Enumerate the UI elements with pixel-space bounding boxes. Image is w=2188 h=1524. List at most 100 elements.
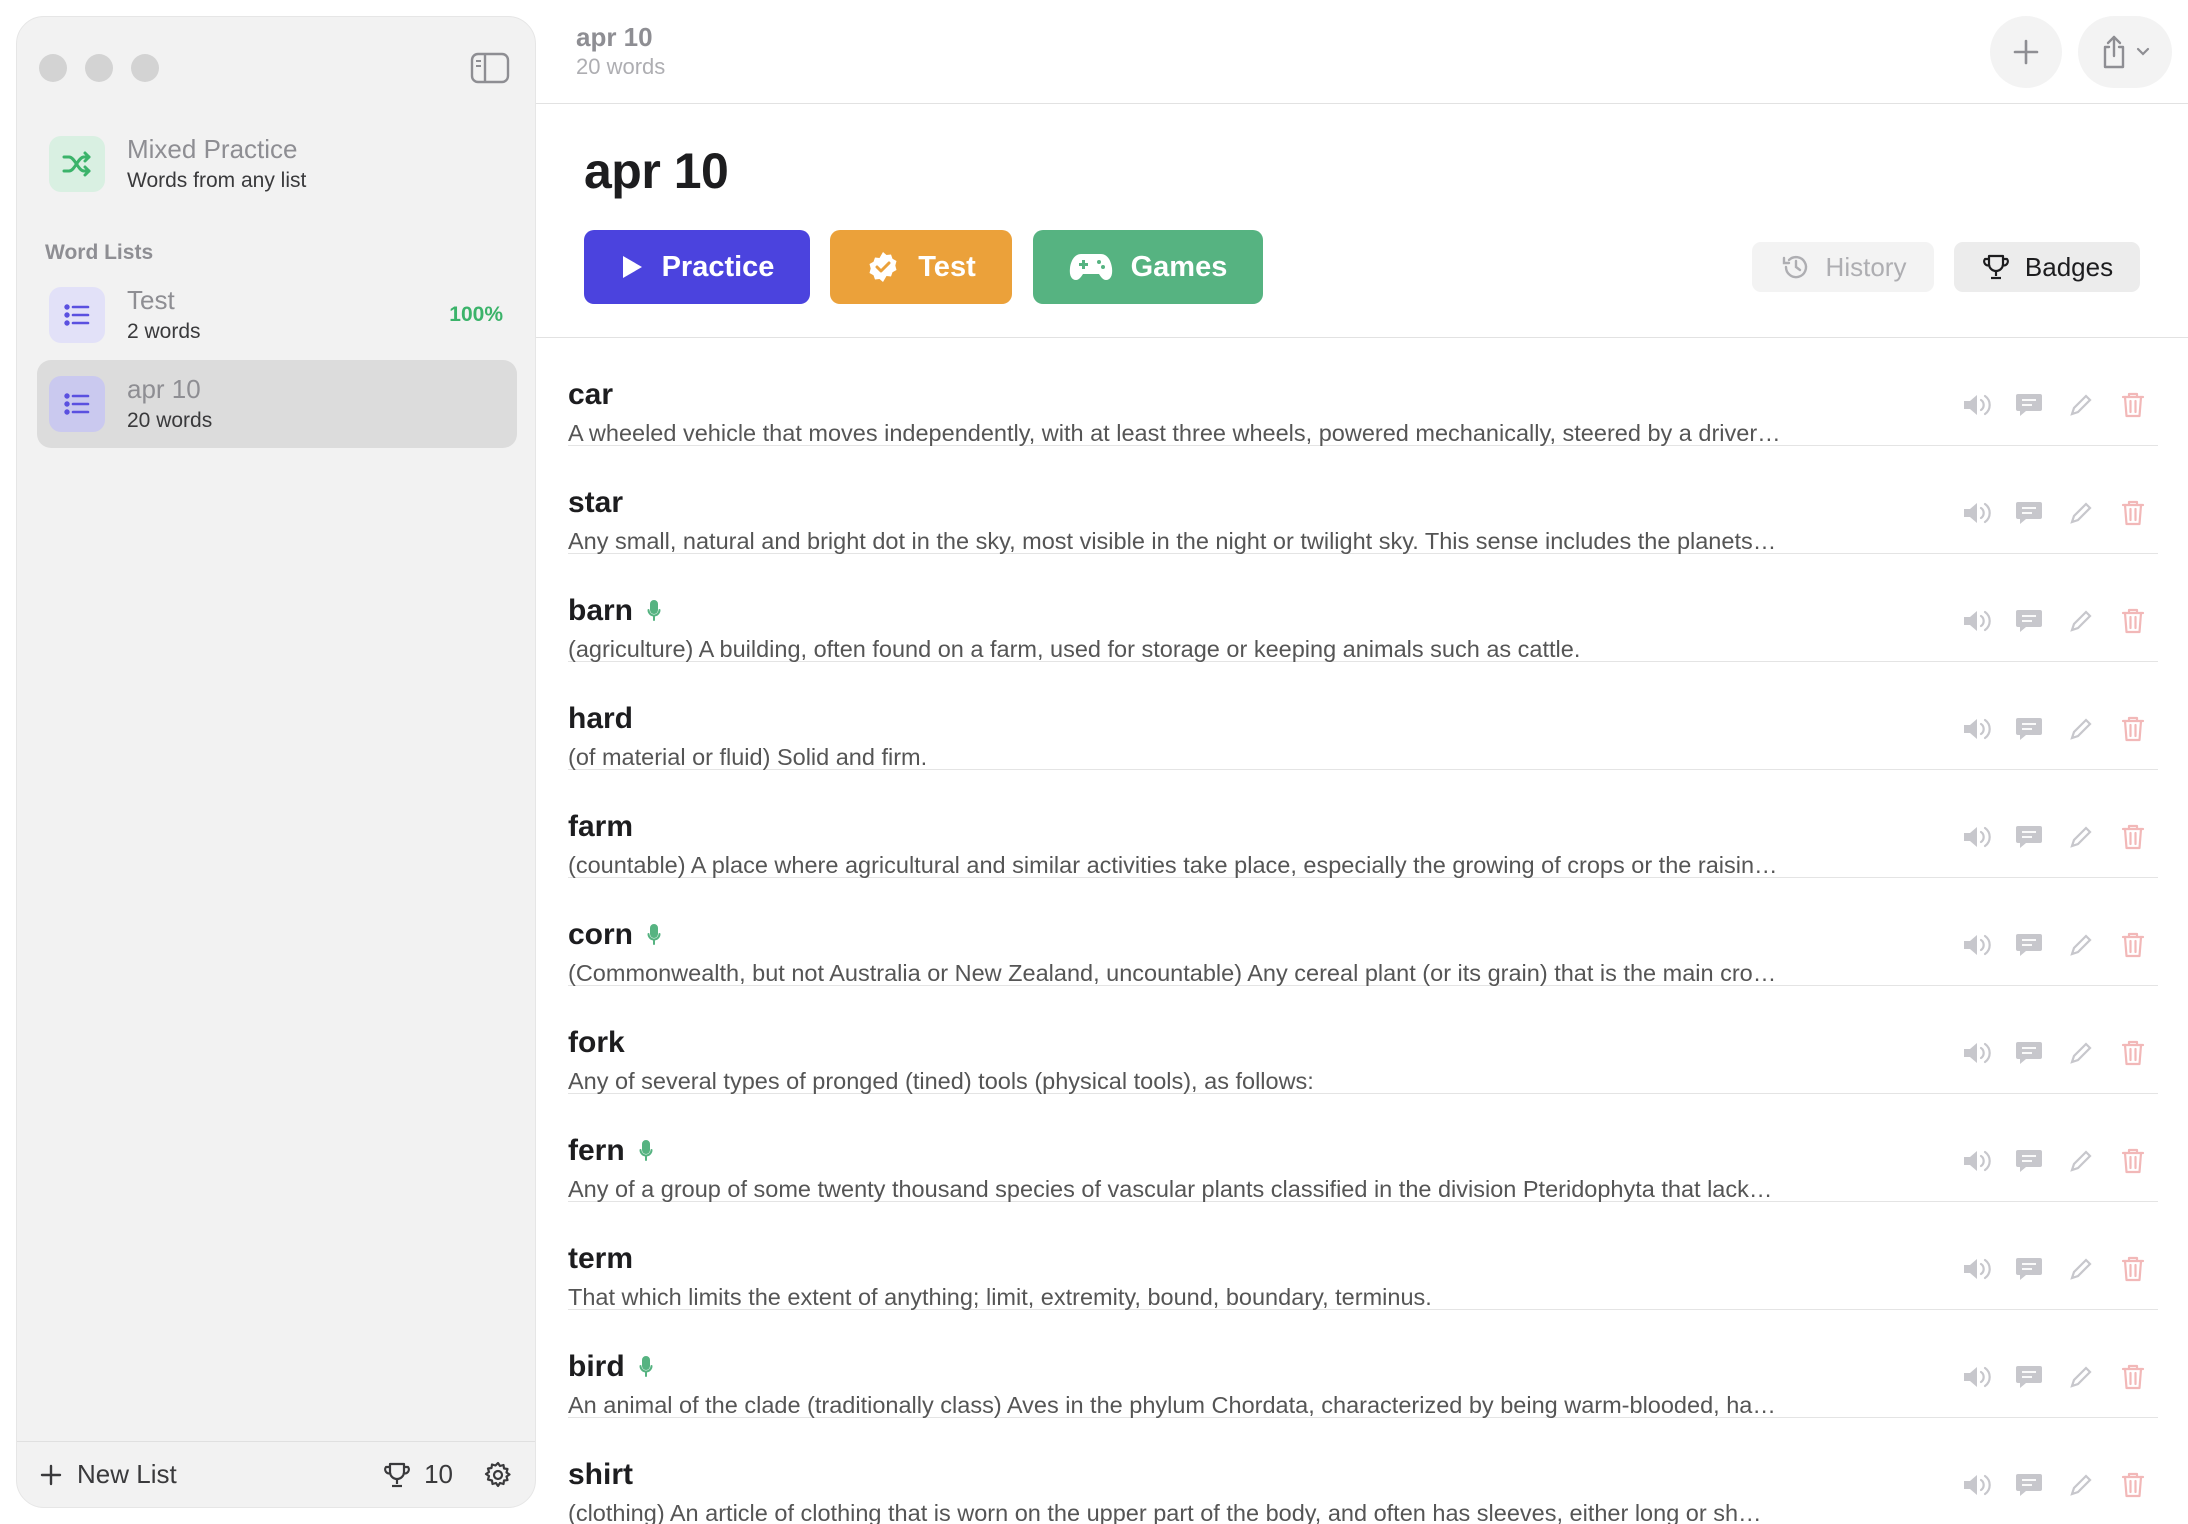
- speaker-icon[interactable]: [1962, 1470, 1992, 1500]
- list-word-count: 2 words: [127, 320, 201, 343]
- new-list-label: New List: [77, 1459, 177, 1489]
- practice-button[interactable]: Practice: [584, 230, 810, 304]
- trophy-icon[interactable]: [382, 1460, 412, 1490]
- gear-icon[interactable]: [483, 1460, 513, 1490]
- speaker-icon[interactable]: [1962, 1146, 1992, 1176]
- checkmark-seal-icon: [869, 252, 897, 282]
- word-row-farm[interactable]: farm (countable) A place where agricultu…: [568, 770, 2158, 878]
- pencil-icon[interactable]: [2066, 930, 2096, 960]
- games-button[interactable]: Games: [1033, 230, 1263, 304]
- speech-bubble-icon[interactable]: [2014, 390, 2044, 420]
- pencil-icon[interactable]: [2066, 822, 2096, 852]
- trash-icon[interactable]: [2118, 498, 2148, 528]
- speech-bubble-icon[interactable]: [2014, 930, 2044, 960]
- add-word-button[interactable]: [1990, 16, 2062, 88]
- speech-bubble-icon[interactable]: [2014, 1362, 2044, 1392]
- pencil-icon[interactable]: [2066, 606, 2096, 636]
- word-row-barn[interactable]: barn (agriculture) A building, often fou…: [568, 554, 2158, 662]
- word-row-shirt[interactable]: shirt (clothing) An article of clothing …: [568, 1418, 2158, 1524]
- window-controls: [39, 54, 159, 82]
- speech-bubble-icon[interactable]: [2014, 714, 2044, 744]
- speaker-icon[interactable]: [1962, 714, 1992, 744]
- word-text: star: [568, 486, 624, 519]
- shuffle-icon: [49, 136, 105, 192]
- speaker-icon[interactable]: [1962, 1254, 1992, 1284]
- word-text: shirt: [568, 1458, 634, 1491]
- speech-bubble-icon[interactable]: [2014, 498, 2044, 528]
- word-row-car[interactable]: car A wheeled vehicle that moves indepen…: [568, 338, 2158, 446]
- trash-icon[interactable]: [2118, 1038, 2148, 1068]
- trash-icon[interactable]: [2118, 1362, 2148, 1392]
- zoom-window-button[interactable]: [131, 54, 159, 82]
- speaker-icon[interactable]: [1962, 930, 1992, 960]
- word-text: corn: [568, 918, 634, 951]
- word-row-star[interactable]: star Any small, natural and bright dot i…: [568, 446, 2158, 554]
- trash-icon[interactable]: [2118, 714, 2148, 744]
- row-actions: [1962, 822, 2148, 852]
- chevron-down-icon: [2136, 47, 2150, 56]
- pencil-icon[interactable]: [2066, 1038, 2096, 1068]
- speech-bubble-icon[interactable]: [2014, 1254, 2044, 1284]
- row-actions: [1962, 930, 2148, 960]
- test-button[interactable]: Test: [830, 230, 1012, 304]
- sidebar-list-apr-10[interactable]: apr 10 20 words: [37, 360, 517, 448]
- list-icon: [49, 376, 105, 432]
- sidebar-list-test[interactable]: Test 2 words 100%: [37, 271, 517, 359]
- mixed-practice-subtitle: Words from any list: [127, 169, 307, 192]
- speech-bubble-icon[interactable]: [2014, 1146, 2044, 1176]
- trophy-icon: [1983, 254, 2009, 280]
- pencil-icon[interactable]: [2066, 714, 2096, 744]
- close-window-button[interactable]: [39, 54, 67, 82]
- history-button[interactable]: History: [1752, 242, 1934, 292]
- badge-count: 10: [424, 1459, 453, 1489]
- badges-button[interactable]: Badges: [1954, 242, 2140, 292]
- trash-icon[interactable]: [2118, 1146, 2148, 1176]
- trash-icon[interactable]: [2118, 822, 2148, 852]
- microphone-icon: [647, 600, 661, 622]
- trash-icon[interactable]: [2118, 930, 2148, 960]
- word-text: fern: [568, 1134, 625, 1167]
- word-row-corn[interactable]: corn (Commonwealth, but not Australia or…: [568, 878, 2158, 986]
- speaker-icon[interactable]: [1962, 498, 1992, 528]
- list-word-count: 20 words: [127, 409, 213, 432]
- speaker-icon[interactable]: [1962, 1038, 1992, 1068]
- word-row-bird[interactable]: bird An animal of the clade (traditional…: [568, 1310, 2158, 1418]
- minimize-window-button[interactable]: [85, 54, 113, 82]
- word-text: hard: [568, 702, 634, 735]
- speech-bubble-icon[interactable]: [2014, 606, 2044, 636]
- pencil-icon[interactable]: [2066, 1470, 2096, 1500]
- pencil-icon[interactable]: [2066, 498, 2096, 528]
- trash-icon[interactable]: [2118, 606, 2148, 636]
- word-row-term[interactable]: term That which limits the extent of any…: [568, 1202, 2158, 1310]
- trash-icon[interactable]: [2118, 1254, 2148, 1284]
- word-text: car: [568, 378, 614, 411]
- speaker-icon[interactable]: [1962, 1362, 1992, 1392]
- trash-icon[interactable]: [2118, 390, 2148, 420]
- pencil-icon[interactable]: [2066, 1146, 2096, 1176]
- speaker-icon[interactable]: [1962, 822, 1992, 852]
- sidebar-toggle-icon[interactable]: [470, 52, 510, 84]
- pencil-icon[interactable]: [2066, 1254, 2096, 1284]
- word-row-hard[interactable]: hard (of material or fluid) Solid and fi…: [568, 662, 2158, 770]
- speaker-icon[interactable]: [1962, 390, 1992, 420]
- word-definition: A wheeled vehicle that moves independent…: [568, 420, 1781, 446]
- trash-icon[interactable]: [2118, 1470, 2148, 1500]
- speech-bubble-icon[interactable]: [2014, 1038, 2044, 1068]
- word-row-fork[interactable]: fork Any of several types of pronged (ti…: [568, 986, 2158, 1094]
- share-button[interactable]: [2078, 16, 2172, 88]
- word-text: term: [568, 1242, 634, 1275]
- word-text: bird: [568, 1350, 625, 1383]
- speech-bubble-icon[interactable]: [2014, 1470, 2044, 1500]
- word-row-fern[interactable]: fern Any of a group of some twenty thous…: [568, 1094, 2158, 1202]
- mixed-practice-item[interactable]: Mixed Practice Words from any list: [49, 121, 515, 207]
- pencil-icon[interactable]: [2066, 1362, 2096, 1392]
- word-definition: Any of several types of pronged (tined) …: [568, 1068, 1314, 1094]
- speaker-icon[interactable]: [1962, 606, 1992, 636]
- speech-bubble-icon[interactable]: [2014, 822, 2044, 852]
- toolbar: apr 10 20 words: [536, 0, 2188, 104]
- pencil-icon[interactable]: [2066, 390, 2096, 420]
- word-text: fork: [568, 1026, 625, 1059]
- plus-icon: [40, 1464, 62, 1485]
- new-list-button[interactable]: New List: [39, 1459, 177, 1490]
- microphone-icon: [639, 1356, 653, 1378]
